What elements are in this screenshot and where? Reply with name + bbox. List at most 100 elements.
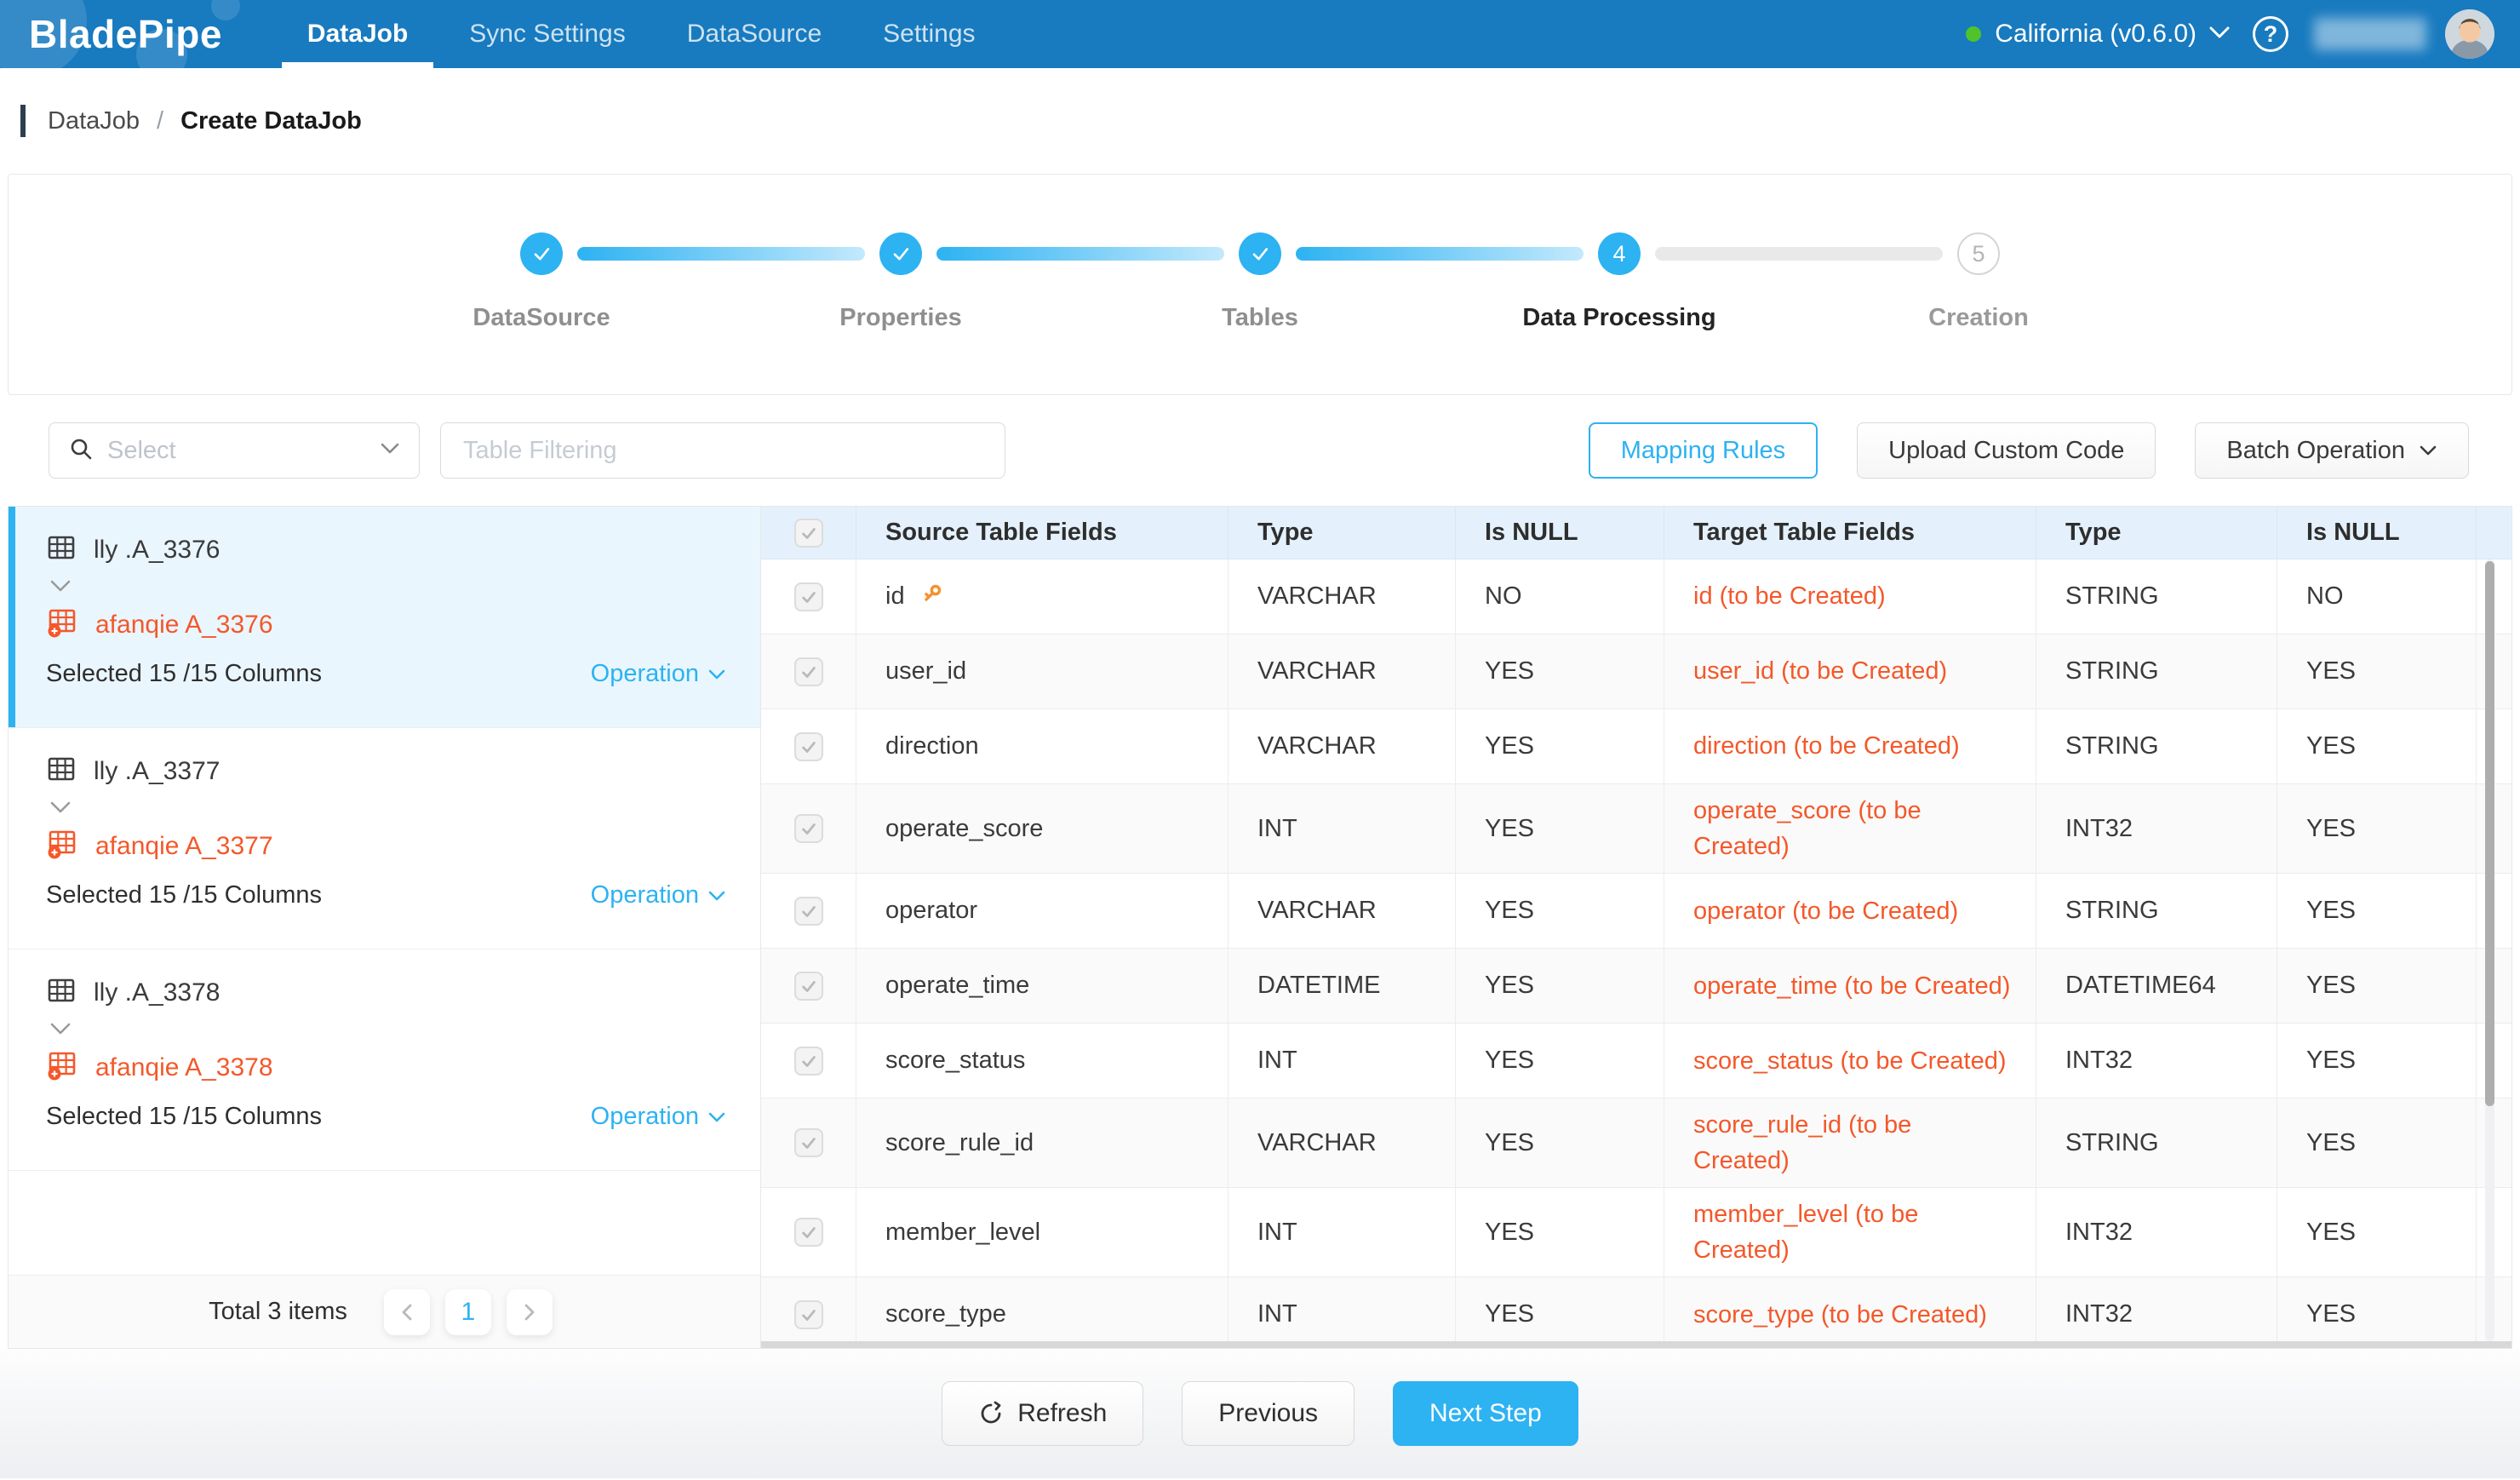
select-placeholder: Select [107,437,366,465]
table-list-item[interactable]: lly .A_3378 afanqie A_3378 Selected 15 /… [9,949,760,1171]
checkbox[interactable] [794,732,823,761]
prev-page-button[interactable] [384,1289,430,1335]
selected-columns-label: Selected 15 /15 Columns [46,1103,322,1131]
step-check-icon [1239,232,1281,275]
selected-columns-label: Selected 15 /15 Columns [46,881,322,909]
select-all-checkbox-cell [761,507,856,559]
batch-operation-button[interactable]: Batch Operation [2195,422,2469,479]
toolbar-actions: Mapping Rules Upload Custom Code Batch O… [1589,422,2469,479]
source-field-name: operate_time [885,972,1029,1000]
selected-columns-label: Selected 15 /15 Columns [46,660,322,688]
checkbox[interactable] [794,1047,823,1076]
operation-dropdown[interactable]: Operation [591,881,726,909]
next-page-button[interactable] [507,1289,553,1335]
nav-tab-label: Sync Settings [469,20,625,49]
check-icon [799,737,818,756]
source-field-type: VARCHAR [1228,634,1456,709]
checkbox[interactable] [794,1218,823,1247]
breadcrumb-parent[interactable]: DataJob [48,107,140,135]
source-field-name: member_level [885,1219,1040,1247]
refresh-button[interactable]: Refresh [942,1381,1143,1446]
footer-actions: Refresh Previous Next Step [0,1349,2520,1478]
checkbox[interactable] [794,897,823,926]
help-icon[interactable]: ? [2253,16,2288,52]
nav-tab-datajob[interactable]: DataJob [282,0,433,68]
row-checkbox-cell [761,709,856,784]
vertical-scrollbar[interactable] [2485,559,2494,1341]
scrollbar-thumb[interactable] [2485,561,2494,1106]
mapping-rules-button[interactable]: Mapping Rules [1589,422,1818,479]
field-mapping-row: id VARCHAR NO id (to be Created) STRING … [761,559,2511,634]
table-select-dropdown[interactable]: Select [49,422,420,479]
step-check-icon [879,232,922,275]
table-list-item[interactable]: lly .A_3377 afanqie A_3377 Selected 15 /… [9,728,760,949]
source-field-type: VARCHAR [1228,874,1456,949]
upload-custom-code-button[interactable]: Upload Custom Code [1857,422,2156,479]
region-selector[interactable]: California (v0.6.0) [1995,20,2196,49]
source-field-name: id [885,582,905,611]
target-field-type: DATETIME64 [2036,949,2277,1024]
target-field-type: INT32 [2036,784,2277,874]
target-field-nullable: YES [2277,634,2477,709]
source-field-name: score_status [885,1047,1025,1075]
checkbox[interactable] [794,657,823,686]
chevron-down-icon[interactable] [2208,26,2231,43]
avatar[interactable] [2445,9,2494,59]
breadcrumb-bar [20,105,26,137]
source-field-name: operator [885,897,977,925]
checkbox[interactable] [794,972,823,1001]
field-mapping-row: score_type INT YES score_type (to be Cre… [761,1277,2511,1348]
column-header: Is NULL [1456,507,1664,559]
nav-tab-settings[interactable]: Settings [857,0,1000,68]
previous-button[interactable]: Previous [1182,1381,1354,1446]
nav-tab-datasource[interactable]: DataSource [662,0,847,68]
source-field-nullable: YES [1456,1277,1664,1348]
source-table-name: lly .A_3377 [94,757,220,786]
next-step-button[interactable]: Next Step [1393,1381,1578,1446]
checkbox[interactable] [794,582,823,611]
target-field-name: score_rule_id (to be Created) [1664,1099,2036,1188]
check-icon [799,1223,818,1242]
check-icon [1248,242,1272,266]
nav-tab-label: DataJob [307,20,408,49]
field-mapping-row: direction VARCHAR YES direction (to be C… [761,709,2511,784]
page-1-button[interactable]: 1 [445,1289,491,1335]
table-icon [46,754,77,784]
checkbox[interactable] [794,814,823,843]
expand-chevron[interactable] [49,800,726,821]
source-field-name: score_type [885,1300,1006,1328]
source-table-icon [46,975,77,1010]
operation-dropdown[interactable]: Operation [591,1103,726,1131]
chevron-down-icon[interactable] [49,1022,72,1035]
expand-chevron[interactable] [49,1022,726,1042]
step-label: Properties [839,304,961,332]
table-filter-input[interactable] [440,422,1005,479]
table-icon [46,975,77,1006]
table-add-icon [46,606,78,639]
expand-chevron[interactable] [49,579,726,599]
table-list-panel: lly .A_3376 afanqie A_3376 Selected 15 /… [9,507,761,1348]
column-header: Target Table Fields [1664,507,2036,559]
field-mapping-row: operate_score INT YES operate_score (to … [761,784,2511,874]
chevron-down-icon[interactable] [49,800,72,814]
checkbox[interactable] [794,1128,823,1157]
source-field-type: INT [1228,1188,1456,1277]
table-list-item[interactable]: lly .A_3376 afanqie A_3376 Selected 15 /… [9,507,760,728]
chevron-down-icon[interactable] [49,579,72,593]
app-logo[interactable]: BladePipe [26,11,256,57]
checkbox[interactable] [794,1300,823,1329]
checkbox[interactable] [794,519,823,548]
target-field-name: score_type (to be Created) [1664,1277,2036,1348]
nav-tab-sync-settings[interactable]: Sync Settings [444,0,650,68]
source-field-name: operate_score [885,815,1043,843]
target-table-name: afanqie A_3377 [95,832,273,861]
target-field-type: INT32 [2036,1277,2277,1348]
operation-dropdown[interactable]: Operation [591,660,726,688]
source-field-name: score_rule_id [885,1129,1034,1157]
horizontal-scrollbar[interactable] [761,1341,2511,1348]
row-checkbox-cell [761,1099,856,1188]
check-icon [799,902,818,921]
mapping-workspace: lly .A_3376 afanqie A_3376 Selected 15 /… [8,506,2512,1349]
chevron-down-icon [707,890,726,902]
source-table-icon [46,532,77,567]
